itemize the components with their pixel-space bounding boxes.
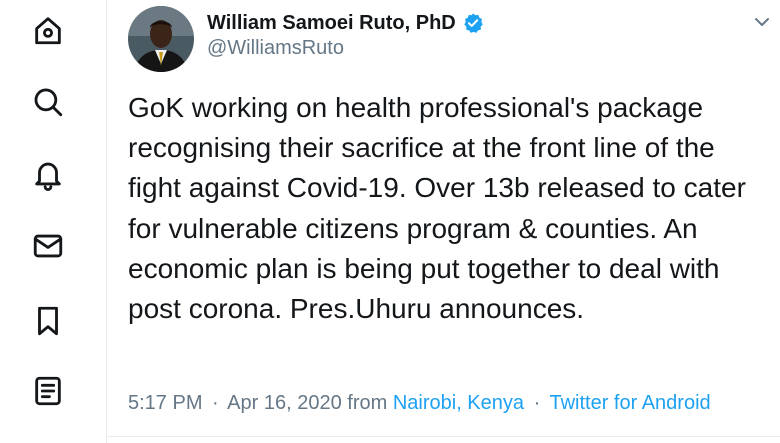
- mail-icon[interactable]: [29, 227, 67, 265]
- tweet-detail-screen: William Samoei Ruto, PhD @WilliamsRuto G…: [0, 0, 780, 443]
- from-label: from: [347, 392, 388, 414]
- list-icon[interactable]: [29, 372, 67, 410]
- home-icon[interactable]: [29, 11, 67, 49]
- chevron-down-icon[interactable]: [752, 12, 772, 32]
- tweet: William Samoei Ruto, PhD @WilliamsRuto G…: [107, 0, 780, 443]
- author-handle[interactable]: @WilliamsRuto: [207, 37, 344, 60]
- source-link[interactable]: Twitter for Android: [549, 392, 710, 414]
- tweet-time: 5:17 PM: [128, 392, 203, 414]
- bookmark-icon[interactable]: [29, 302, 67, 340]
- display-name[interactable]: William Samoei Ruto, PhD: [207, 12, 456, 35]
- tweet-text: GoK working on health professional's pac…: [128, 92, 746, 325]
- bell-icon[interactable]: [29, 155, 67, 193]
- tweet-meta: 5:17 PM · Apr 16, 2020 from Nairobi, Ken…: [128, 389, 711, 417]
- separator: ·: [533, 392, 541, 414]
- tweet-date: Apr 16, 2020: [227, 392, 342, 414]
- verified-badge-icon: [462, 12, 484, 34]
- location-link[interactable]: Nairobi, Kenya: [393, 392, 524, 414]
- sidebar-nav: [0, 0, 107, 443]
- avatar[interactable]: [128, 6, 194, 72]
- divider: [107, 436, 780, 437]
- separator: ·: [212, 392, 219, 414]
- author-row: William Samoei Ruto, PhD: [207, 10, 484, 36]
- search-icon[interactable]: [29, 83, 67, 121]
